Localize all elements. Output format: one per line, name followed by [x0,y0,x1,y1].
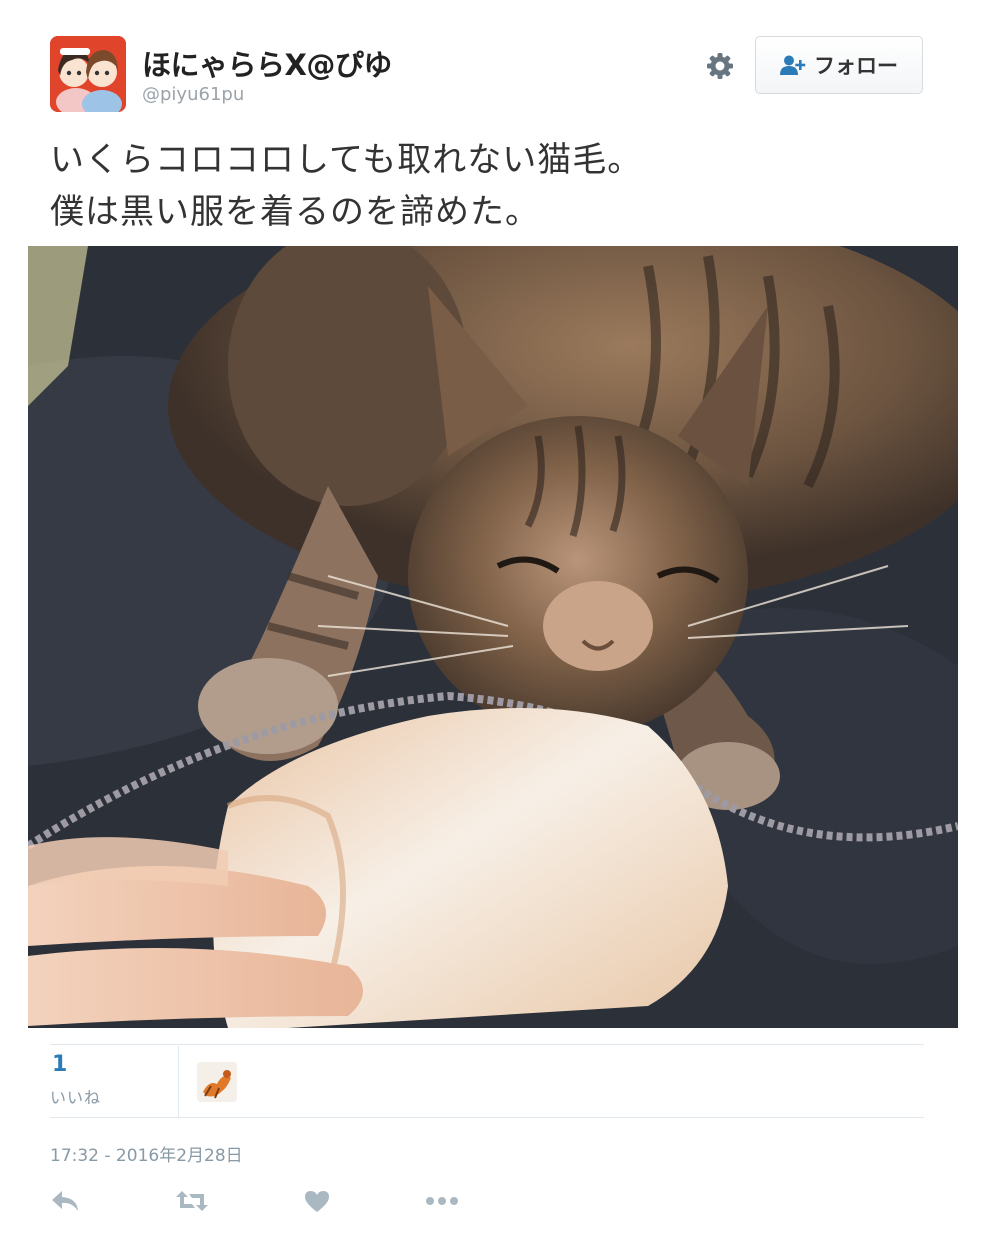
avatar-illustration-icon [50,36,126,112]
liker-avatar[interactable] [197,1062,237,1102]
likes-label[interactable]: いいね [50,1084,101,1108]
tweet-text-line-1: いくらコロコロしても取れない猫毛。 [50,140,643,180]
add-user-icon [780,55,806,75]
stats-divider-bottom [50,1117,924,1118]
retweet-icon[interactable] [175,1186,209,1216]
more-icon[interactable] [425,1186,459,1216]
user-avatar[interactable] [50,36,126,112]
likes-count[interactable]: 1 [52,1052,67,1077]
follow-label: フォロー [814,54,898,78]
tweet-timestamp[interactable]: 17:32 - 2016年2月28日 [50,1141,243,1166]
stats-divider-top [50,1044,924,1045]
follow-button[interactable]: フォロー [755,36,923,94]
user-handle[interactable]: @piyu61pu [142,84,244,105]
stats-vertical-divider [178,1046,179,1118]
tweet-text: いくらコロコロしても取れない猫毛。 僕は黒い服を着るのを諦めた。 [50,134,930,238]
tweet-text-line-2: 僕は黒い服を着るのを諦めた。 [50,192,540,232]
display-name[interactable]: ほにゃららX@ぴゆ [142,42,392,84]
gear-icon[interactable] [704,50,736,82]
like-icon[interactable] [300,1186,334,1216]
reply-icon[interactable] [48,1186,82,1216]
cat-photo[interactable] [28,246,958,1028]
